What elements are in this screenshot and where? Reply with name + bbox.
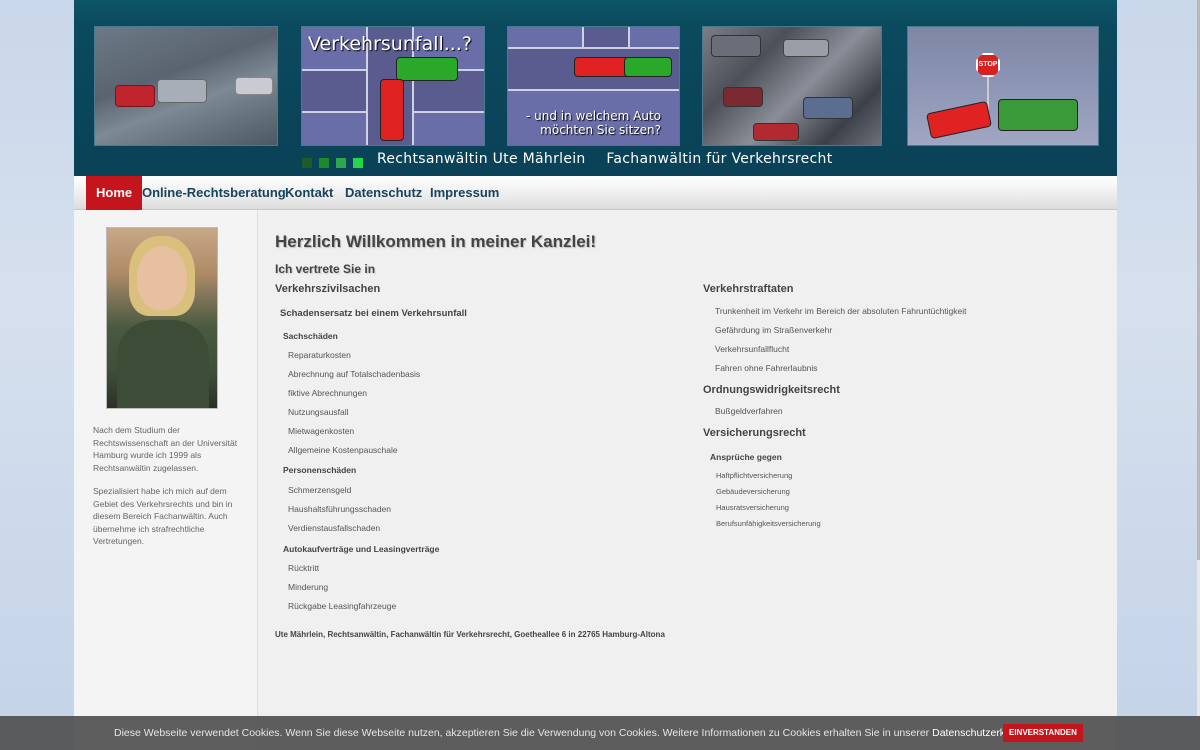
section-heading-verkehrstraftaten: Verkehrstraftaten	[703, 283, 794, 295]
list-item: Bußgeldverfahren	[715, 406, 783, 416]
list-item: Berufsunfähigkeitsversicherung	[716, 519, 821, 528]
page-title: Herzlich Willkommen in meiner Kanzlei!	[275, 232, 597, 251]
tagline-name: Rechtsanwältin Ute Mährlein	[377, 151, 586, 167]
red-car-illustration-3	[925, 100, 993, 140]
green-car-illustration	[396, 57, 458, 81]
green-car-illustration-2	[624, 57, 672, 77]
list-item: Rückgabe Leasingfahrzeuge	[288, 601, 397, 611]
cookie-message: Diese Webseite verwendet Cookies. Wenn S…	[114, 727, 930, 739]
nav-datenschutz[interactable]: Datenschutz	[345, 176, 422, 210]
intro-heading: Ich vertrete Sie in	[275, 262, 376, 276]
section-heading-verkehrszivilsachen: Verkehrszivilsachen	[275, 283, 381, 295]
lawyer-portrait	[106, 227, 218, 409]
list-item: Reparaturkosten	[288, 350, 351, 360]
which-car-caption: - und in welchem Auto möchten Sie sitzen…	[525, 109, 661, 137]
subheading-schadensersatz: Schadensersatz bei einem Verkehrsunfall	[280, 308, 467, 319]
tagline-title: Fachanwältin für Verkehrsrecht	[606, 151, 833, 167]
list-item: Verkehrsunfallflucht	[715, 344, 790, 354]
list-item: Schmerzensgeld	[288, 485, 352, 495]
subheading-ansprueche: Ansprüche gegen	[710, 452, 782, 462]
main-navigation: Home Online-Rechtsberatung Kontakt Daten…	[74, 176, 1117, 210]
main-content: Herzlich Willkommen in meiner Kanzlei! I…	[275, 210, 1105, 710]
list-item: Nutzungsausfall	[288, 407, 349, 417]
accept-cookies-button[interactable]: EINVERSTANDEN	[1003, 724, 1083, 742]
list-item: Minderung	[288, 582, 329, 592]
sidebar: Nach dem Studium der Rechtswissenschaft …	[74, 210, 258, 750]
list-item: Rücktritt	[288, 563, 320, 573]
list-item: Haftpflichtversicherung	[716, 471, 793, 480]
cookie-banner: Diese Webseite verwendet Cookies. Wenn S…	[0, 716, 1200, 750]
red-car-illustration	[380, 79, 404, 141]
green-car-illustration-3	[998, 99, 1078, 131]
list-item: Mietwagenkosten	[288, 426, 355, 436]
sidebar-bio-paragraph-1: Nach dem Studium der Rechtswissenschaft …	[93, 425, 238, 473]
subheading-sachschaeden: Sachschäden	[283, 331, 338, 341]
header-image-crashed-cars	[702, 26, 882, 146]
list-item: Abrechnung auf Totalschadenbasis	[288, 369, 421, 379]
red-car-illustration-2	[574, 57, 630, 77]
list-item: Gebäudeversicherung	[716, 487, 790, 496]
header-image-accident-question: Verkehrsunfall...?	[301, 26, 485, 146]
nav-home[interactable]: Home	[86, 176, 143, 210]
subheading-autokauf: Autokaufverträge und Leasingverträge	[283, 544, 440, 554]
nav-online-rechtsberatung[interactable]: Online-Rechtsberatung	[142, 176, 286, 210]
list-item: Fahren ohne Fahrerlaubnis	[715, 363, 818, 373]
stop-sign-icon: STOP	[976, 53, 1000, 77]
sidebar-bio-paragraph-2: Spezialisiert habe ich mich auf dem Gebi…	[93, 486, 233, 546]
list-item: Verdienstausfallschaden	[288, 523, 381, 533]
list-item: Haushaltsführungsschaden	[288, 504, 392, 514]
header-tagline: Rechtsanwältin Ute Mährlein Fachanwältin…	[377, 151, 848, 167]
header-image-rainy-street	[94, 26, 278, 146]
section-heading-ordnungswidrigkeitsrecht: Ordnungswidrigkeitsrecht	[703, 384, 840, 396]
page-container: Verkehrsunfall...? - und in welchem Auto…	[74, 0, 1117, 750]
list-item: Trunkenheit im Verkehr im Bereich der ab…	[715, 306, 967, 316]
address-line: Ute Mährlein, Rechtsanwältin, Fachanwält…	[275, 630, 665, 639]
header-squares	[302, 155, 370, 168]
subheading-personenschaeden: Personenschäden	[283, 465, 357, 475]
cookie-text-wrapper: Diese Webseite verwendet Cookies. Wenn S…	[114, 727, 1034, 739]
nav-kontakt[interactable]: Kontakt	[285, 176, 333, 210]
site-header: Verkehrsunfall...? - und in welchem Auto…	[74, 0, 1117, 176]
list-item: fiktive Abrechnungen	[288, 388, 367, 398]
header-image-stop-sign-crash: STOP	[907, 26, 1099, 146]
list-item: Hausratsversicherung	[716, 503, 789, 512]
header-image-which-car: - und in welchem Auto möchten Sie sitzen…	[507, 26, 680, 146]
accident-caption: Verkehrsunfall...?	[308, 33, 472, 55]
list-item: Allgemeine Kostenpauschale	[288, 445, 398, 455]
list-item: Gefährdung im Straßenverkehr	[715, 325, 833, 335]
nav-impressum[interactable]: Impressum	[430, 176, 499, 210]
section-heading-versicherungsrecht: Versicherungsrecht	[703, 427, 806, 439]
